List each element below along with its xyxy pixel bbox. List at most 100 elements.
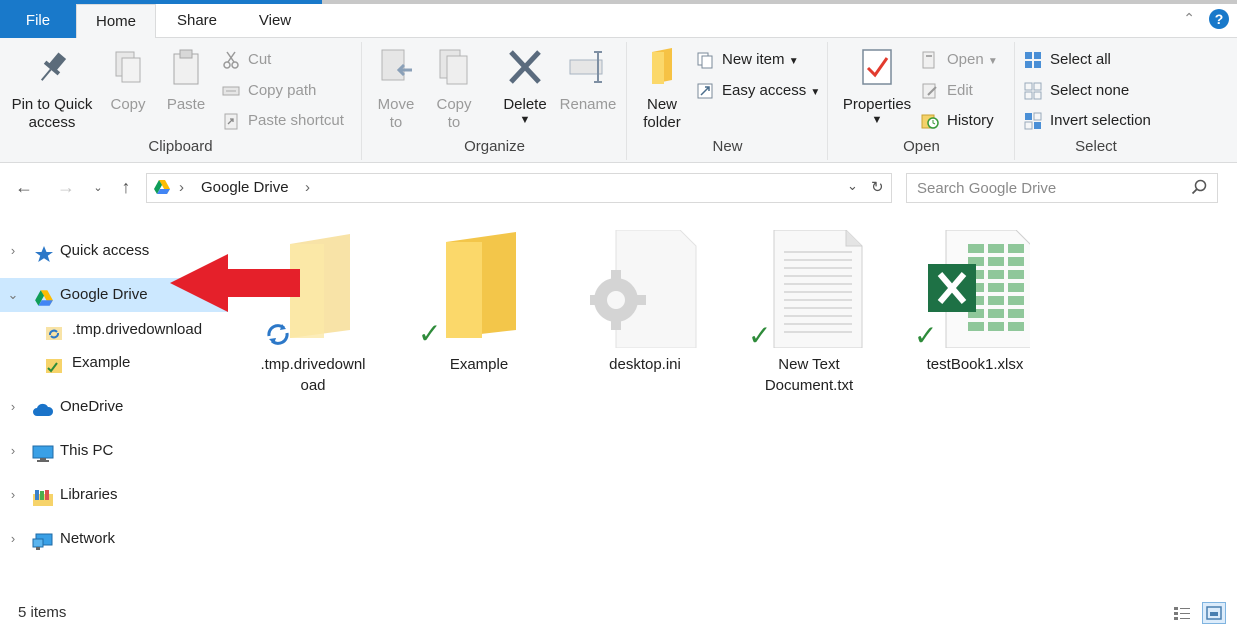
delete-x-icon [505, 46, 545, 90]
tab-file[interactable]: File [0, 4, 76, 38]
expand-chevron-icon[interactable]: › [6, 390, 20, 424]
tab-view[interactable]: View [240, 4, 310, 38]
nav-item-tmp-drivedownload[interactable]: .tmp.drivedownload [0, 313, 228, 347]
history-button[interactable]: History [921, 109, 994, 133]
paste-shortcut-icon [222, 112, 240, 130]
breadcrumb-google-drive[interactable]: Google Drive [201, 179, 289, 196]
libraries-icon [32, 486, 53, 506]
copy-path-button[interactable]: Copy path [222, 79, 316, 103]
copy-label: Copy [110, 96, 146, 113]
excel-file-icon: ✓ [914, 229, 1033, 350]
sync-arrows-icon [264, 322, 292, 350]
up-arrow-icon[interactable]: ↑ [114, 177, 138, 198]
move-to-button[interactable]: Move to [371, 46, 421, 132]
sync-check-icon: ✓ [914, 320, 938, 351]
synced-folder-icon [44, 354, 64, 373]
file-item[interactable]: ✓ testBook1.xlsx [910, 229, 1040, 375]
file-name: .tmp.drivedownl oad [260, 356, 366, 394]
cut-label: Cut [248, 51, 272, 68]
back-arrow-icon[interactable]: ← [12, 177, 36, 198]
file-name: testBook1.xlsx [926, 356, 1024, 373]
open-group-label: Open [903, 138, 940, 155]
collapse-chevron-icon[interactable]: ⌄ [6, 278, 20, 312]
delete-dropdown-chevron-icon[interactable]: ▼ [497, 114, 553, 126]
new-item-label: New item [722, 51, 785, 68]
copy-to-label: Copy to [436, 96, 472, 131]
nav-label-google-drive: Google Drive [60, 286, 148, 303]
new-folder-button[interactable]: New folder [636, 46, 688, 132]
open-group: Properties ▼ Open ▼ Edit History Open [829, 42, 1015, 160]
delete-button[interactable]: Delete ▼ [497, 46, 553, 126]
cloud-icon [32, 398, 54, 416]
search-box [906, 173, 1218, 203]
cut-button[interactable]: Cut [222, 48, 271, 72]
nav-item-this-pc[interactable]: › This PC [0, 434, 228, 468]
rename-icon [568, 46, 608, 90]
open-button[interactable]: Open ▼ [921, 48, 998, 72]
properties-icon [857, 46, 897, 90]
nav-label-tmp-drivedownload: .tmp.drivedownload [72, 321, 203, 338]
refresh-icon[interactable]: ↻ [871, 178, 884, 196]
new-group-label: New [712, 138, 743, 155]
expand-chevron-icon[interactable]: › [6, 478, 20, 512]
properties-button[interactable]: Properties ▼ [835, 46, 919, 126]
edit-button[interactable]: Edit [921, 79, 973, 103]
nav-label-example: Example [72, 354, 131, 371]
search-icon[interactable] [1191, 179, 1207, 199]
address-history-chevron-icon[interactable]: ⌄ [847, 178, 858, 194]
nav-item-example[interactable]: Example [0, 346, 228, 380]
rename-button[interactable]: Rename [557, 46, 619, 114]
new-folder-icon [642, 46, 682, 90]
paste-label: Paste [166, 96, 206, 113]
paste-button[interactable]: Paste [160, 46, 212, 114]
invert-selection-label: Invert selection [1050, 112, 1151, 129]
select-none-icon [1024, 82, 1042, 100]
clipboard-group-label: Clipboard [148, 138, 213, 155]
details-view-icon[interactable] [1170, 602, 1194, 624]
file-list: .tmp.drivedownl oad ✓ Example desktop.in… [230, 220, 1230, 590]
nav-item-onedrive[interactable]: › OneDrive [0, 390, 228, 424]
copy-button[interactable]: Copy [104, 46, 152, 114]
expand-chevron-icon[interactable]: › [6, 522, 20, 556]
select-all-button[interactable]: Select all [1024, 48, 1111, 72]
select-none-button[interactable]: Select none [1024, 79, 1129, 103]
ribbon-tab-bar: File Home Share View ⌃ ? [0, 4, 1237, 39]
nav-item-network[interactable]: › Network [0, 522, 228, 556]
recent-locations-chevron-icon[interactable]: ⌄ [86, 181, 110, 194]
history-label: History [947, 112, 994, 129]
google-drive-icon [153, 179, 171, 199]
file-item[interactable]: desktop.ini [580, 229, 710, 375]
new-item-button[interactable]: New item ▼ [696, 48, 799, 72]
properties-dropdown-chevron-icon[interactable]: ▼ [835, 114, 919, 126]
file-item[interactable]: ✓ New Text Document.txt [744, 229, 874, 396]
expand-chevron-icon[interactable]: › [6, 234, 20, 268]
help-icon[interactable]: ? [1209, 9, 1229, 29]
invert-selection-button[interactable]: Invert selection [1024, 109, 1151, 133]
breadcrumb-separator-icon[interactable]: › [179, 179, 184, 196]
tab-share[interactable]: Share [162, 4, 232, 38]
paste-icon [166, 46, 206, 90]
address-bar[interactable]: › Google Drive › ⌄ ↻ [146, 173, 892, 203]
copy-to-button[interactable]: Copy to [429, 46, 479, 132]
red-arrow-annotation-icon [170, 254, 300, 312]
address-row: ← → ⌄ ↑ › Google Drive › ⌄ ↻ [0, 163, 1237, 213]
file-item[interactable]: ✓ Example [414, 230, 544, 375]
minimize-ribbon-chevron-icon[interactable]: ⌃ [1183, 10, 1195, 27]
pin-icon [32, 46, 72, 90]
star-icon [34, 242, 54, 262]
breadcrumb-separator-icon[interactable]: › [305, 179, 310, 196]
pin-to-quick-access-button[interactable]: Pin to Quick access [6, 46, 98, 132]
paste-shortcut-button[interactable]: Paste shortcut [222, 109, 344, 133]
delete-label: Delete [503, 96, 547, 113]
nav-item-libraries[interactable]: › Libraries [0, 478, 228, 512]
expand-chevron-icon[interactable]: › [6, 434, 20, 468]
easy-access-icon [696, 82, 714, 100]
tab-home[interactable]: Home [76, 4, 156, 39]
easy-access-button[interactable]: Easy access ▼ [696, 79, 820, 103]
settings-file-icon [586, 229, 700, 349]
large-icons-view-icon[interactable] [1202, 602, 1226, 624]
select-all-icon [1024, 51, 1042, 69]
search-input[interactable] [917, 178, 1177, 198]
forward-arrow-icon[interactable]: → [54, 177, 78, 198]
copy-path-icon [222, 82, 240, 100]
